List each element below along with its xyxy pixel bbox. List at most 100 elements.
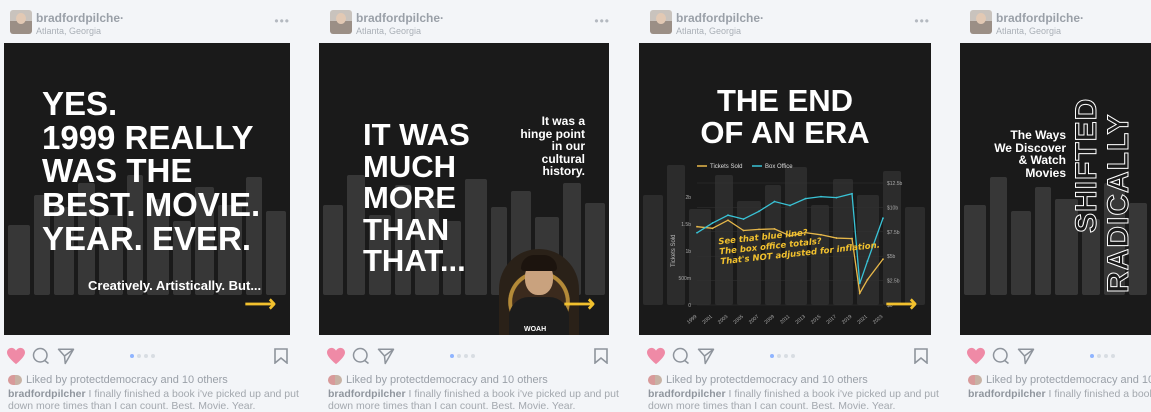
comment-icon[interactable] (32, 347, 50, 365)
y-right-tick: $7.5b (887, 230, 900, 236)
carousel-indicator (130, 354, 155, 358)
post-header: bradfordpilche· Atlanta, Georgia ••• (320, 0, 620, 42)
caption-username: bradfordpilcher (328, 388, 406, 400)
more-options-icon[interactable]: ••• (594, 14, 610, 28)
location[interactable]: Atlanta, Georgia (996, 26, 1061, 36)
carousel-slide[interactable]: YES. 1999 REALLY WAS THE BEST. MOVIE. YE… (4, 43, 290, 335)
carousel-slide[interactable]: THE END OF AN ERA 0 500m 1b 1.5b 2b $0 $2.5b $… (639, 43, 931, 335)
y-right-tick: $5b (887, 254, 896, 260)
avatar[interactable] (650, 10, 672, 34)
headline-line: Movies (1025, 165, 1066, 180)
caption-text: I finally finished a book i've picked up… (1048, 388, 1151, 400)
liker-avatars (8, 375, 22, 386)
more-options-icon[interactable]: ••• (914, 14, 930, 28)
next-arrow-icon[interactable]: ⟶ (885, 291, 917, 317)
share-icon[interactable] (1016, 347, 1036, 365)
carousel-indicator (1090, 354, 1115, 358)
liker-avatars (968, 375, 982, 386)
post-actions (320, 340, 620, 370)
slide-headline: The Ways We Discover & Watch Movies (994, 129, 1066, 179)
x-tick: 2013 (794, 314, 807, 325)
point-tickets-sold (758, 228, 760, 231)
username[interactable]: bradfordpilche· (36, 11, 124, 25)
headline-line: The Ways (1010, 128, 1066, 142)
y-right-tick: $2.5b (887, 279, 900, 285)
headline-line: WAS THE (42, 152, 193, 190)
next-arrow-icon[interactable]: ⟶ (244, 291, 276, 317)
carousel-slide[interactable]: IT WAS MUCH MORE THAN THAT... It was a h… (319, 43, 609, 335)
bookmark-icon[interactable] (274, 348, 288, 364)
more-options-icon[interactable]: ••• (274, 14, 290, 28)
point-tickets-sold (773, 227, 776, 230)
likes-line[interactable]: Liked by protectdemocracy and 10 others (328, 374, 548, 386)
point-box-office (804, 197, 807, 200)
post-caption: bradfordpilcher I finally finished a boo… (968, 388, 1151, 400)
location[interactable]: Atlanta, Georgia (36, 26, 101, 36)
avatar[interactable] (10, 10, 32, 34)
username[interactable]: bradfordpilche· (676, 11, 764, 25)
point-tickets-sold (696, 225, 698, 228)
caption-username: bradfordpilcher (8, 388, 86, 400)
avatar[interactable] (970, 10, 992, 34)
point-tickets-sold (866, 278, 869, 281)
chart-legend: Tickets Sold Box Office (697, 164, 793, 170)
y-left-tick: 2b (685, 195, 691, 201)
username[interactable]: bradfordpilche· (356, 11, 444, 25)
caption-username: bradfordpilcher (968, 388, 1046, 400)
comment-icon[interactable] (672, 347, 690, 365)
heart-icon[interactable] (326, 347, 346, 365)
caption-username: bradfordpilcher (648, 388, 726, 400)
slide-side-text: It was a hinge point in our cultural his… (520, 114, 585, 179)
bookmark-icon[interactable] (594, 348, 608, 364)
likes-text: Liked by protectdemocracy and 10 others (26, 374, 228, 386)
carousel-slide[interactable]: The Ways We Discover & Watch Movies SHIF… (960, 43, 1151, 335)
likes-line[interactable]: Liked by protectdemocracy and 10 others (968, 374, 1151, 386)
comment-icon[interactable] (992, 347, 1010, 365)
post-caption: bradfordpilcher I finally finished a boo… (328, 388, 620, 412)
point-tickets-sold (882, 258, 884, 260)
y-right-tick: $10b (887, 205, 898, 211)
y-left-ticks: 0 500m 1b 1.5b 2b (678, 195, 691, 309)
likes-text: Liked by protectdemocracy and 10 others (666, 374, 868, 386)
heart-icon[interactable] (646, 347, 666, 365)
x-tick: 2003 (717, 314, 730, 325)
share-icon[interactable] (56, 347, 76, 365)
post-card: bradfordpilche· Atlanta, Georgia ••• IT … (319, 0, 620, 412)
username[interactable]: bradfordpilche· (996, 11, 1084, 25)
headline-line: MORE (363, 180, 456, 216)
location[interactable]: Atlanta, Georgia (676, 26, 741, 36)
x-tick: 2007 (748, 314, 761, 325)
x-tick: 2001 (701, 314, 714, 325)
share-icon[interactable] (376, 347, 396, 365)
point-tickets-sold (858, 292, 861, 295)
point-tickets-sold (711, 227, 714, 230)
likes-line[interactable]: Liked by protectdemocracy and 10 others (8, 374, 228, 386)
location[interactable]: Atlanta, Georgia (356, 26, 421, 36)
comment-icon[interactable] (352, 347, 370, 365)
post-caption: bradfordpilcher I finally finished a boo… (8, 388, 300, 412)
x-tick: 2017 (825, 314, 838, 325)
point-box-office (727, 214, 729, 217)
heart-icon[interactable] (6, 347, 26, 365)
legend-tickets: Tickets Sold (710, 164, 742, 170)
next-arrow-icon[interactable]: ⟶ (563, 291, 595, 317)
x-tick: 2009 (763, 314, 776, 325)
point-box-office (882, 217, 884, 220)
slide-headline: THE END OF AN ERA (639, 85, 931, 148)
heart-icon[interactable] (966, 347, 986, 365)
vertical-text-shifted: SHIFTED (1070, 97, 1104, 233)
headline-line: YEAR. EVER. (42, 219, 252, 257)
point-tickets-sold (742, 229, 745, 232)
x-tick: 2021 (856, 314, 869, 325)
likes-line[interactable]: Liked by protectdemocracy and 10 others (648, 374, 868, 386)
y-left-tick: 500m (678, 276, 691, 282)
post-card: bradfordpilche· Atlanta, Georgia The Way… (960, 0, 1151, 412)
x-tick: 2023 (872, 314, 885, 325)
badge-text: WOAH (524, 326, 547, 333)
liker-avatars (648, 375, 662, 386)
share-icon[interactable] (696, 347, 716, 365)
bookmark-icon[interactable] (914, 348, 928, 364)
y-left-tick: 1b (685, 249, 691, 255)
post-header: bradfordpilche· Atlanta, Georgia ••• (0, 0, 300, 42)
avatar[interactable] (330, 10, 352, 34)
